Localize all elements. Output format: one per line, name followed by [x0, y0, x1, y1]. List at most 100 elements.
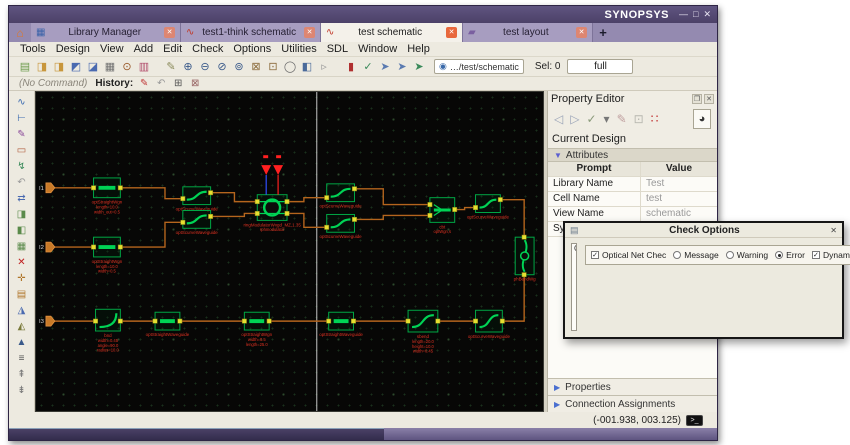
zoom-level-combo[interactable]: full: [567, 59, 634, 74]
grid-icon[interactable]: ⊞: [171, 78, 185, 89]
tab-close-icon[interactable]: ✕: [164, 27, 175, 38]
schematic-wire[interactable]: [502, 274, 525, 322]
component-pin[interactable]: [180, 196, 186, 202]
component-pin[interactable]: [473, 318, 478, 324]
component-pin[interactable]: [405, 318, 411, 324]
component-pin[interactable]: [117, 244, 123, 250]
component-pin[interactable]: [91, 244, 96, 250]
instance-tool-icon[interactable]: ▭: [13, 143, 30, 158]
component-pin[interactable]: [93, 318, 98, 324]
scroll-up-icon[interactable]: ⇞: [13, 367, 30, 382]
component-pin[interactable]: [117, 185, 123, 191]
component-pin[interactable]: [152, 318, 158, 324]
component-pin[interactable]: [452, 207, 458, 212]
zoom-in-icon[interactable]: ⊕: [180, 59, 196, 74]
pin-panel-button[interactable]: ◕: [693, 109, 711, 129]
tree-item-rules[interactable]: ▼ Rules: [574, 281, 576, 291]
save-as-icon[interactable]: ◪: [85, 59, 101, 74]
schematic-canvas[interactable]: I1 I2 I3 optStraightWgn length=10.0 width_out…: [35, 91, 544, 412]
radio-icon[interactable]: [725, 251, 734, 259]
component-pin[interactable]: [254, 211, 260, 216]
menu-tools[interactable]: Tools: [15, 43, 51, 55]
menu-design[interactable]: Design: [51, 43, 95, 55]
tree-item-physical[interactable]: Physical: [574, 300, 576, 309]
schematic-wire[interactable]: [454, 206, 476, 211]
net-view-icon[interactable]: ∷: [651, 112, 659, 126]
move-tool-icon[interactable]: ◧: [13, 223, 30, 238]
stretch-tool-icon[interactable]: ▦: [13, 239, 30, 254]
component-pin[interactable]: [499, 318, 505, 324]
title-bar[interactable]: SYNOPSYS — □ ✕: [9, 6, 717, 23]
pin-tool-icon[interactable]: ⊢: [13, 111, 30, 126]
schematic-wire[interactable]: [287, 196, 327, 203]
minimize-button[interactable]: —: [679, 10, 688, 19]
bookmark-icon[interactable]: ▮: [343, 59, 359, 74]
ruler-tool-icon[interactable]: ▤: [13, 287, 30, 302]
menu-help[interactable]: Help: [402, 43, 435, 55]
undo-tool-icon[interactable]: ↶: [13, 175, 30, 190]
tab-library-manager[interactable]: ▦ Library Manager ✕: [31, 23, 181, 42]
edit-icon[interactable]: ✎: [617, 112, 627, 126]
maximize-button[interactable]: □: [693, 10, 698, 19]
attribute-row[interactable]: Cell Name test: [548, 192, 717, 207]
tree-item-compatibility[interactable]: Compatibility: [574, 317, 576, 326]
home-button[interactable]: ⌂: [9, 23, 31, 42]
attribute-value[interactable]: Test: [641, 177, 717, 191]
option-optical-net-chec[interactable]: ✓ Optical Net Chec: [591, 250, 666, 260]
tree-item-connectivity[interactable]: Connectivity: [574, 291, 576, 300]
schematic-wire[interactable]: [120, 221, 183, 248]
probe-tool-icon[interactable]: ✛: [13, 271, 30, 286]
timer-icon[interactable]: ◯: [282, 59, 298, 74]
component-pin[interactable]: [521, 234, 527, 240]
properties-section-header[interactable]: ▶ Properties: [548, 378, 717, 395]
schematic-wire[interactable]: [120, 187, 183, 200]
tab-close-icon[interactable]: ✕: [446, 27, 457, 38]
menu-add[interactable]: Add: [129, 43, 159, 55]
tree-item-options[interactable]: ▼ Options: [574, 255, 576, 265]
component-pin[interactable]: [180, 219, 186, 225]
save-icon[interactable]: ◩: [68, 59, 84, 74]
component-pin[interactable]: [351, 318, 356, 324]
play-icon[interactable]: ▹: [316, 59, 332, 74]
component-pin[interactable]: [427, 213, 433, 218]
up-hierarchy-tool-icon[interactable]: ▲: [13, 335, 30, 350]
dialog-close-icon[interactable]: ✕: [830, 226, 837, 235]
attributes-section-header[interactable]: ▼ Attributes: [548, 148, 717, 162]
check-1-icon[interactable]: ✓: [360, 59, 376, 74]
electrical-terminal[interactable]: [273, 165, 284, 175]
copy-icon[interactable]: ⊡: [634, 112, 644, 126]
terminal-icon[interactable]: >_: [686, 414, 703, 426]
option-warning[interactable]: Warning: [725, 250, 768, 260]
schematic-wire[interactable]: [354, 214, 430, 221]
options-tool-icon[interactable]: ≡: [13, 351, 30, 366]
electrical-terminal[interactable]: [261, 165, 272, 175]
copy-tool-icon[interactable]: ◨: [13, 207, 30, 222]
option-message[interactable]: Message: [673, 250, 719, 260]
tab-test1-think-schematic[interactable]: ∿ test1-think schematic ✕: [181, 23, 321, 42]
label-tool-icon[interactable]: ✎: [13, 127, 30, 142]
check-tool-icon[interactable]: ✎: [163, 59, 179, 74]
fit-selection-icon[interactable]: ⊡: [265, 59, 281, 74]
schematic-wire[interactable]: [354, 188, 430, 206]
option-error[interactable]: Error: [775, 250, 805, 260]
component-pin[interactable]: [177, 318, 183, 324]
float-panel-button[interactable]: ❐: [692, 94, 702, 104]
close-panel-button[interactable]: ✕: [704, 94, 714, 104]
tree-item-parameterized-con-[interactable]: Parameterized con...: [574, 325, 576, 330]
component-pin[interactable]: [326, 318, 332, 324]
menu-options[interactable]: Options: [228, 43, 276, 55]
cellview-path-combo[interactable]: ◉ …/test/schematic: [434, 59, 524, 74]
component-pin[interactable]: [521, 272, 527, 278]
swap-tool-icon[interactable]: ⇄: [13, 191, 30, 206]
mirror-tool-icon[interactable]: ◭: [13, 319, 30, 334]
tab-test-schematic[interactable]: ∿ test schematic ✕: [321, 23, 463, 42]
component-pin[interactable]: [352, 186, 357, 192]
component-pin[interactable]: [324, 195, 330, 201]
menu-window[interactable]: Window: [353, 43, 402, 55]
tree-item-advanced[interactable]: Advanced: [574, 273, 576, 282]
component-pin[interactable]: [284, 211, 290, 216]
component-pin[interactable]: [208, 214, 214, 219]
apply-icon[interactable]: ✓: [586, 112, 596, 126]
component-pin[interactable]: [117, 318, 123, 324]
input-port[interactable]: [45, 315, 56, 327]
